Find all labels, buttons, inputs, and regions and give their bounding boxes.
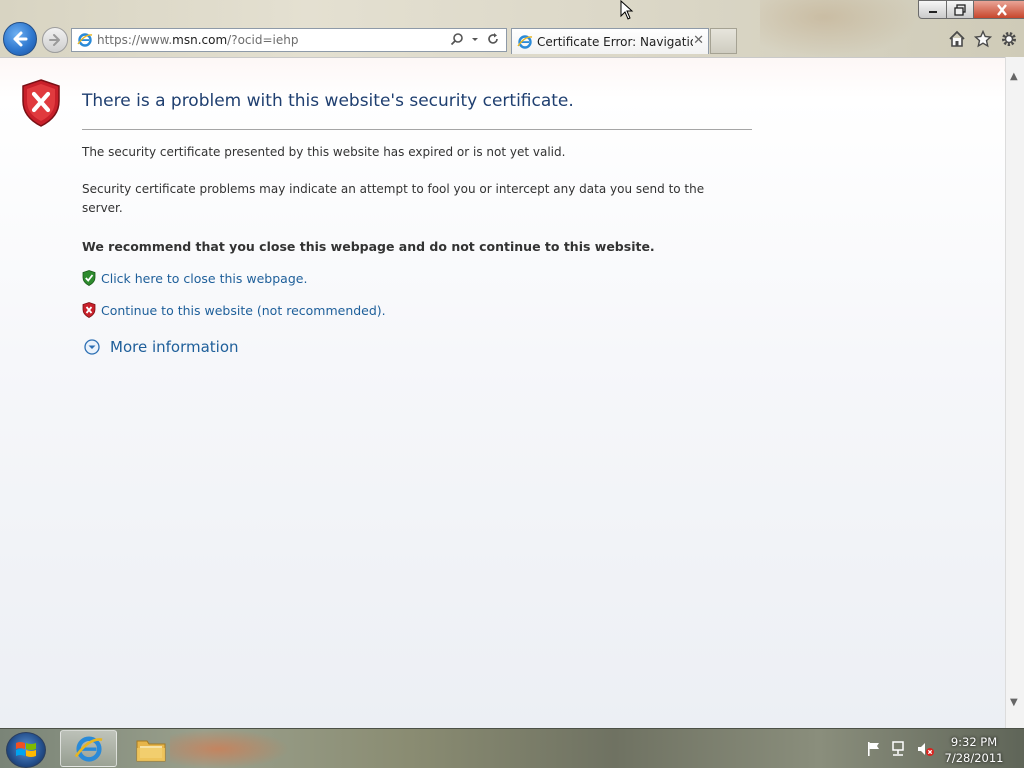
home-icon[interactable] — [948, 30, 966, 48]
more-information-label[interactable]: More information — [110, 338, 239, 356]
close-link-text[interactable]: Click here to close this webpage. — [101, 271, 307, 286]
close-webpage-link[interactable]: Click here to close this webpage. — [82, 270, 307, 286]
search-icon[interactable] — [450, 32, 464, 46]
clock-time: 9:32 PM — [950, 735, 998, 749]
start-button[interactable] — [6, 732, 46, 768]
continue-link-text[interactable]: Continue to this website (not recommende… — [101, 303, 386, 318]
warning-message: Security certificate problems may indica… — [82, 182, 705, 215]
maximize-icon — [954, 3, 966, 16]
folder-icon — [136, 740, 165, 761]
volume-muted-icon[interactable] — [916, 741, 936, 757]
address-bar[interactable]: https://www.msn.com/?ocid=iehp — [71, 28, 507, 52]
forward-button[interactable] — [42, 27, 68, 53]
minimize-button[interactable] — [918, 0, 947, 19]
windows-logo-icon — [16, 742, 36, 757]
shield-check-icon — [82, 270, 96, 286]
scroll-down-arrow[interactable]: ▼ — [1010, 697, 1018, 708]
ie-icon — [77, 33, 93, 47]
address-tools — [450, 32, 500, 46]
url-suffix: /?ocid=iehp — [227, 33, 299, 47]
network-icon[interactable] — [890, 741, 908, 757]
dropdown-icon[interactable] — [471, 32, 479, 46]
forward-arrow-icon — [49, 34, 60, 46]
shield-error-icon — [22, 79, 60, 127]
new-tab-button[interactable] — [710, 28, 737, 54]
close-window-button[interactable] — [974, 0, 1024, 19]
tab-title: Certificate Error: Navigation... — [537, 34, 693, 49]
system-clock[interactable]: 9:32 PM 7/28/2011 — [942, 734, 1006, 766]
command-icons — [948, 30, 1018, 48]
scroll-up-arrow[interactable]: ▲ — [1010, 71, 1018, 82]
expired-message: The security certificate presented by th… — [82, 145, 566, 159]
browser-tab-active[interactable]: Certificate Error: Navigation... ✕ — [511, 28, 709, 54]
maximize-button[interactable] — [947, 0, 974, 19]
more-information-toggle[interactable]: More information — [84, 338, 239, 356]
address-url[interactable]: https://www.msn.com/?ocid=iehp — [97, 33, 298, 47]
toolbar-background-art — [760, 0, 920, 57]
taskbar: 9:32 PM 7/28/2011 — [0, 728, 1024, 768]
back-button[interactable] — [3, 22, 37, 56]
refresh-icon[interactable] — [486, 32, 500, 46]
error-page: There is a problem with this website's s… — [0, 57, 1005, 728]
shield-error-icon — [82, 302, 96, 318]
system-tray — [866, 741, 936, 757]
gear-icon[interactable] — [1000, 30, 1018, 48]
star-icon[interactable] — [974, 30, 992, 48]
back-arrow-icon — [13, 31, 28, 47]
taskbar-internet-explorer[interactable] — [60, 730, 117, 767]
mouse-cursor-icon — [620, 0, 634, 20]
url-prefix: https://www. — [97, 33, 173, 47]
close-icon[interactable]: ✕ — [693, 33, 704, 48]
flag-icon[interactable] — [866, 741, 882, 757]
window-controls — [918, 0, 1024, 19]
wallpaper-glow — [170, 729, 290, 768]
expand-icon — [84, 339, 100, 355]
divider — [82, 129, 752, 130]
continue-website-link[interactable]: Continue to this website (not recommende… — [82, 302, 386, 318]
vertical-scrollbar[interactable]: ▲ ▼ — [1005, 57, 1024, 728]
recommendation-text: We recommend that you close this webpage… — [82, 239, 655, 254]
page-title: There is a problem with this website's s… — [82, 91, 574, 111]
minimize-icon — [928, 10, 937, 13]
taskbar-windows-explorer[interactable] — [122, 730, 179, 767]
close-icon — [996, 3, 1007, 16]
ie-icon — [74, 735, 102, 762]
clock-date: 7/28/2011 — [944, 751, 1004, 765]
ie-icon — [517, 34, 533, 49]
url-domain: msn.com — [172, 33, 228, 47]
browser-toolbar: https://www.msn.com/?ocid=iehp Certifica… — [0, 0, 1024, 57]
